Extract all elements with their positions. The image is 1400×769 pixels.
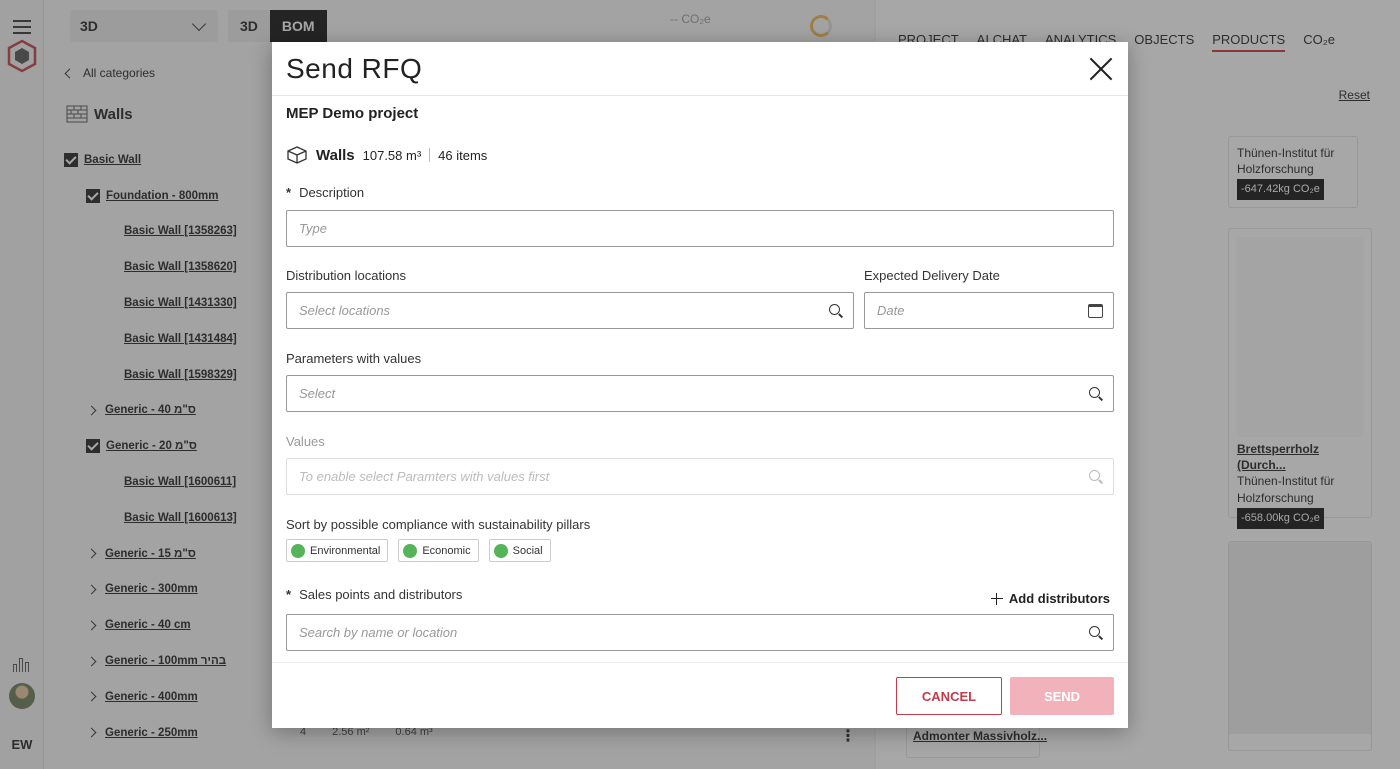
- search-icon: [1089, 386, 1103, 401]
- values-label: Values: [286, 434, 325, 449]
- pillar-economic[interactable]: Economic: [398, 539, 479, 562]
- pillar-label: Environmental: [310, 544, 381, 557]
- pillar-social[interactable]: Social: [488, 539, 551, 562]
- calendar-icon[interactable]: [1088, 303, 1103, 318]
- delivery-date-input[interactable]: Date: [864, 292, 1114, 329]
- locations-placeholder: Select locations: [299, 303, 391, 318]
- pillar-label: Economic: [422, 544, 471, 557]
- pillar-filters: Environmental Economic Social: [286, 539, 551, 562]
- add-distributors-label: Add distributors: [1008, 591, 1110, 606]
- sales-search-input[interactable]: Search by name or location: [286, 614, 1114, 651]
- summary-items: 46 items: [438, 147, 488, 163]
- add-distributors-button[interactable]: Add distributors: [990, 591, 1110, 606]
- pillar-environmental[interactable]: Environmental: [286, 539, 389, 562]
- search-icon: [829, 303, 843, 318]
- search-icon: [1089, 625, 1103, 640]
- locations-input[interactable]: Select locations: [286, 292, 854, 329]
- category-summary: Walls 107.58 m³ 46 items: [286, 145, 487, 165]
- delivery-date-label: Expected Delivery Date: [864, 268, 1000, 283]
- sales-placeholder: Search by name or location: [299, 625, 458, 640]
- params-select[interactable]: Select: [286, 375, 1114, 412]
- locations-label: Distribution locations: [286, 268, 406, 283]
- description-placeholder: Type: [299, 221, 327, 236]
- summary-category: Walls: [316, 146, 355, 164]
- box-icon: [287, 146, 307, 164]
- sales-label: Sales points and distributors: [286, 587, 462, 602]
- sort-label: Sort by possible compliance with sustain…: [286, 517, 591, 532]
- dialog-title: Send RFQ: [286, 52, 423, 84]
- project-name: MEP Demo project: [286, 105, 419, 122]
- params-placeholder: Select: [299, 386, 336, 401]
- economic-icon: [403, 543, 418, 558]
- values-input: To enable select Paramters with values f…: [286, 458, 1114, 495]
- pillar-label: Social: [512, 544, 543, 557]
- social-icon: [493, 543, 508, 558]
- values-placeholder: To enable select Paramters with values f…: [299, 469, 550, 484]
- description-input[interactable]: Type: [286, 210, 1114, 247]
- environmental-icon: [291, 543, 305, 558]
- plus-icon: [990, 592, 1003, 605]
- cancel-button[interactable]: CANCEL: [896, 677, 1002, 715]
- search-icon: [1089, 469, 1103, 484]
- params-label: Parameters with values: [286, 351, 422, 366]
- send-rfq-dialog: Send RFQ MEP Demo project Walls 107.58 m…: [272, 42, 1128, 728]
- summary-volume: 107.58 m³: [362, 147, 422, 163]
- close-icon[interactable]: [1088, 56, 1114, 82]
- send-button[interactable]: SEND: [1010, 677, 1114, 715]
- dialog-footer: CANCEL SEND: [272, 662, 1128, 728]
- description-label: Description: [286, 185, 364, 200]
- date-placeholder: Date: [877, 303, 905, 318]
